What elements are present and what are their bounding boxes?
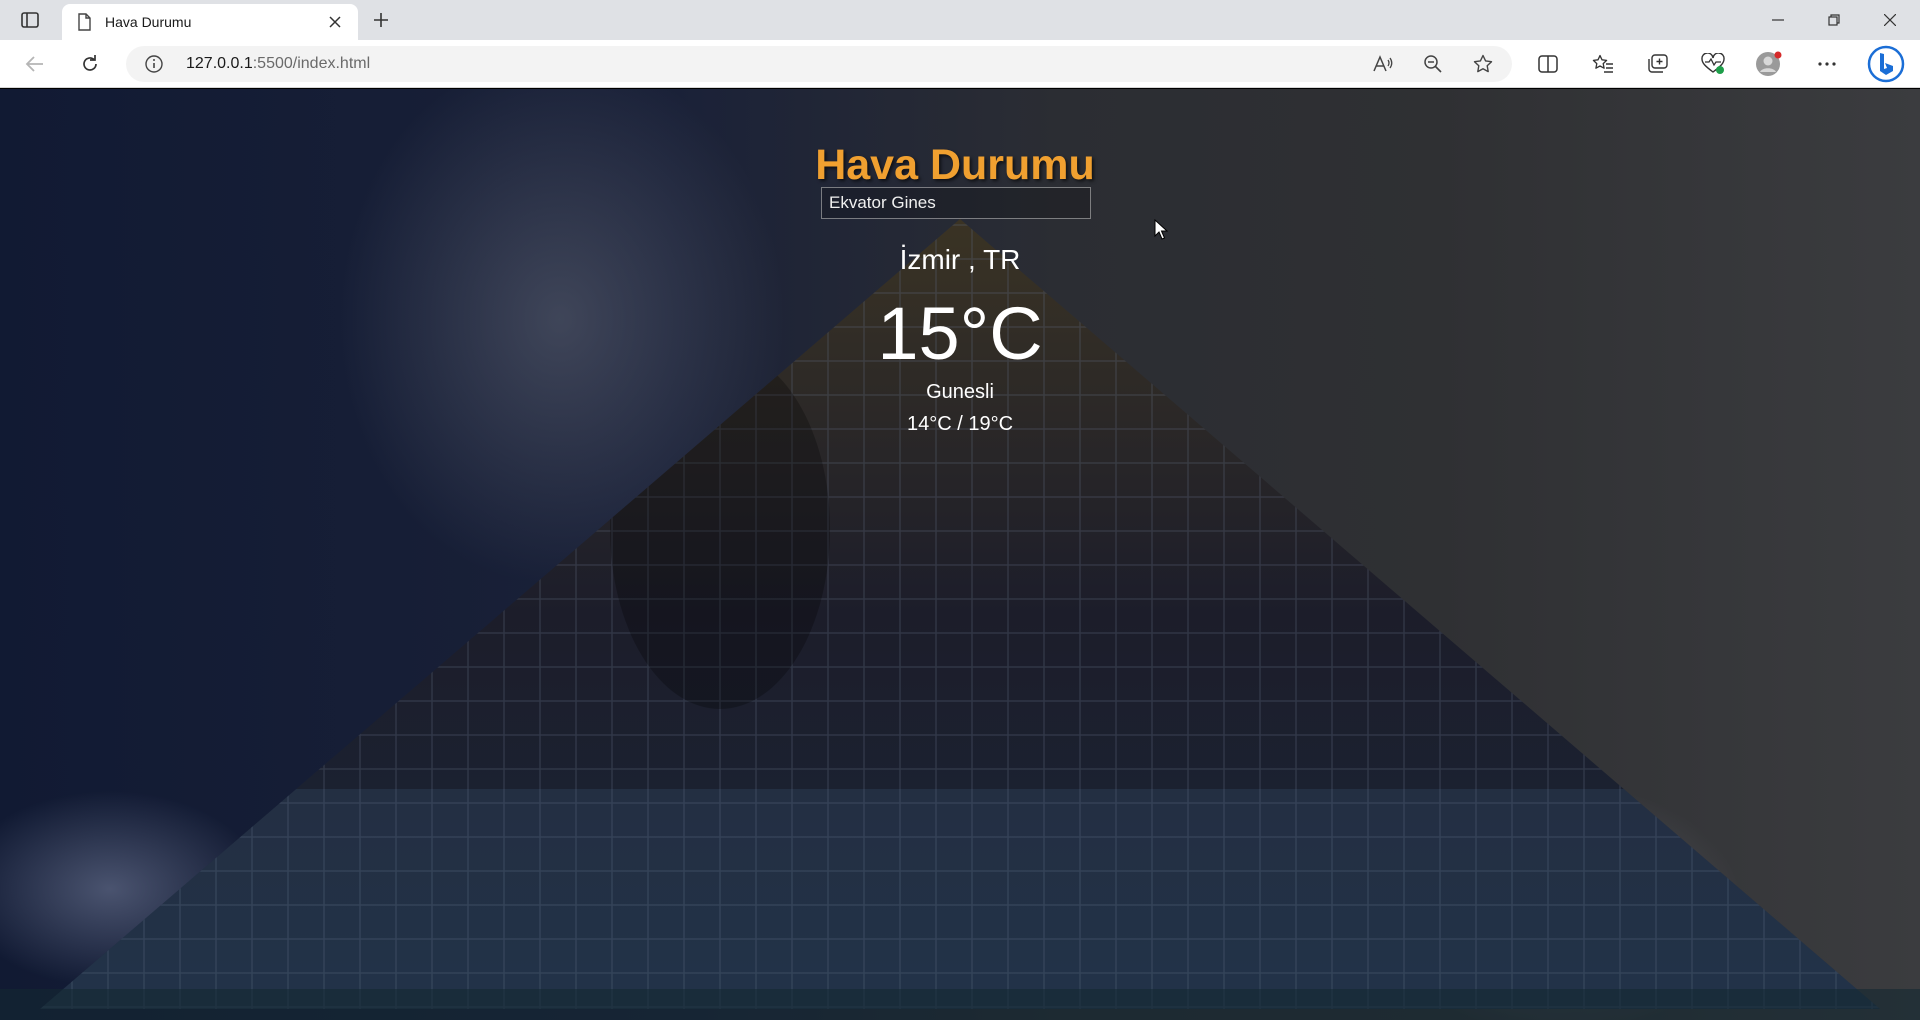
close-window-button[interactable]: [1863, 0, 1917, 40]
split-screen-icon[interactable]: [1531, 48, 1565, 80]
refresh-icon[interactable]: [73, 48, 107, 80]
zoom-out-icon[interactable]: [1418, 50, 1448, 78]
star-icon[interactable]: [1468, 50, 1498, 78]
min-max-temperature: 14°C / 19°C: [906, 413, 1014, 435]
weather-description: Gunesli: [926, 381, 994, 403]
active-tab[interactable]: Hava Durumu: [62, 4, 358, 40]
browser-essentials-icon[interactable]: [1696, 48, 1730, 80]
close-icon[interactable]: [324, 12, 346, 32]
profile-icon[interactable]: [1752, 48, 1786, 80]
more-icon[interactable]: [1810, 48, 1844, 80]
address-bar[interactable]: 127.0.0.1:5500/index.html: [126, 46, 1512, 82]
tab-bar: Hava Durumu: [0, 0, 1920, 40]
favorites-icon[interactable]: [1586, 48, 1620, 80]
url-text[interactable]: 127.0.0.1:5500/index.html: [186, 55, 370, 73]
tab-title: Hava Durumu: [105, 14, 192, 30]
new-tab-button[interactable]: [367, 7, 395, 33]
bing-icon[interactable]: [1866, 44, 1906, 84]
info-icon[interactable]: [144, 54, 164, 74]
restore-button[interactable]: [1807, 0, 1861, 40]
city-search-input[interactable]: [821, 187, 1091, 219]
city-label: İzmir , TR: [899, 244, 1021, 275]
temperature-value: 15°C: [877, 292, 1043, 375]
weather-app: Hava Durumu İzmir , TR 15°C Gunesli 14°C…: [0, 89, 1920, 1020]
back-arrow-icon[interactable]: [18, 48, 52, 80]
mouse-cursor-icon: [1154, 219, 1168, 240]
page-viewport: Hava Durumu İzmir , TR 15°C Gunesli 14°C…: [0, 89, 1920, 1020]
app-title: Hava Durumu: [815, 141, 1095, 189]
minimize-button[interactable]: [1751, 0, 1805, 40]
browser-toolbar: 127.0.0.1:5500/index.html: [0, 40, 1920, 88]
read-aloud-icon[interactable]: [1368, 50, 1398, 78]
plus-icon: [374, 13, 388, 27]
collections-icon[interactable]: [1641, 48, 1675, 80]
tab-actions-icon[interactable]: [14, 7, 46, 33]
page-icon: [74, 12, 94, 32]
